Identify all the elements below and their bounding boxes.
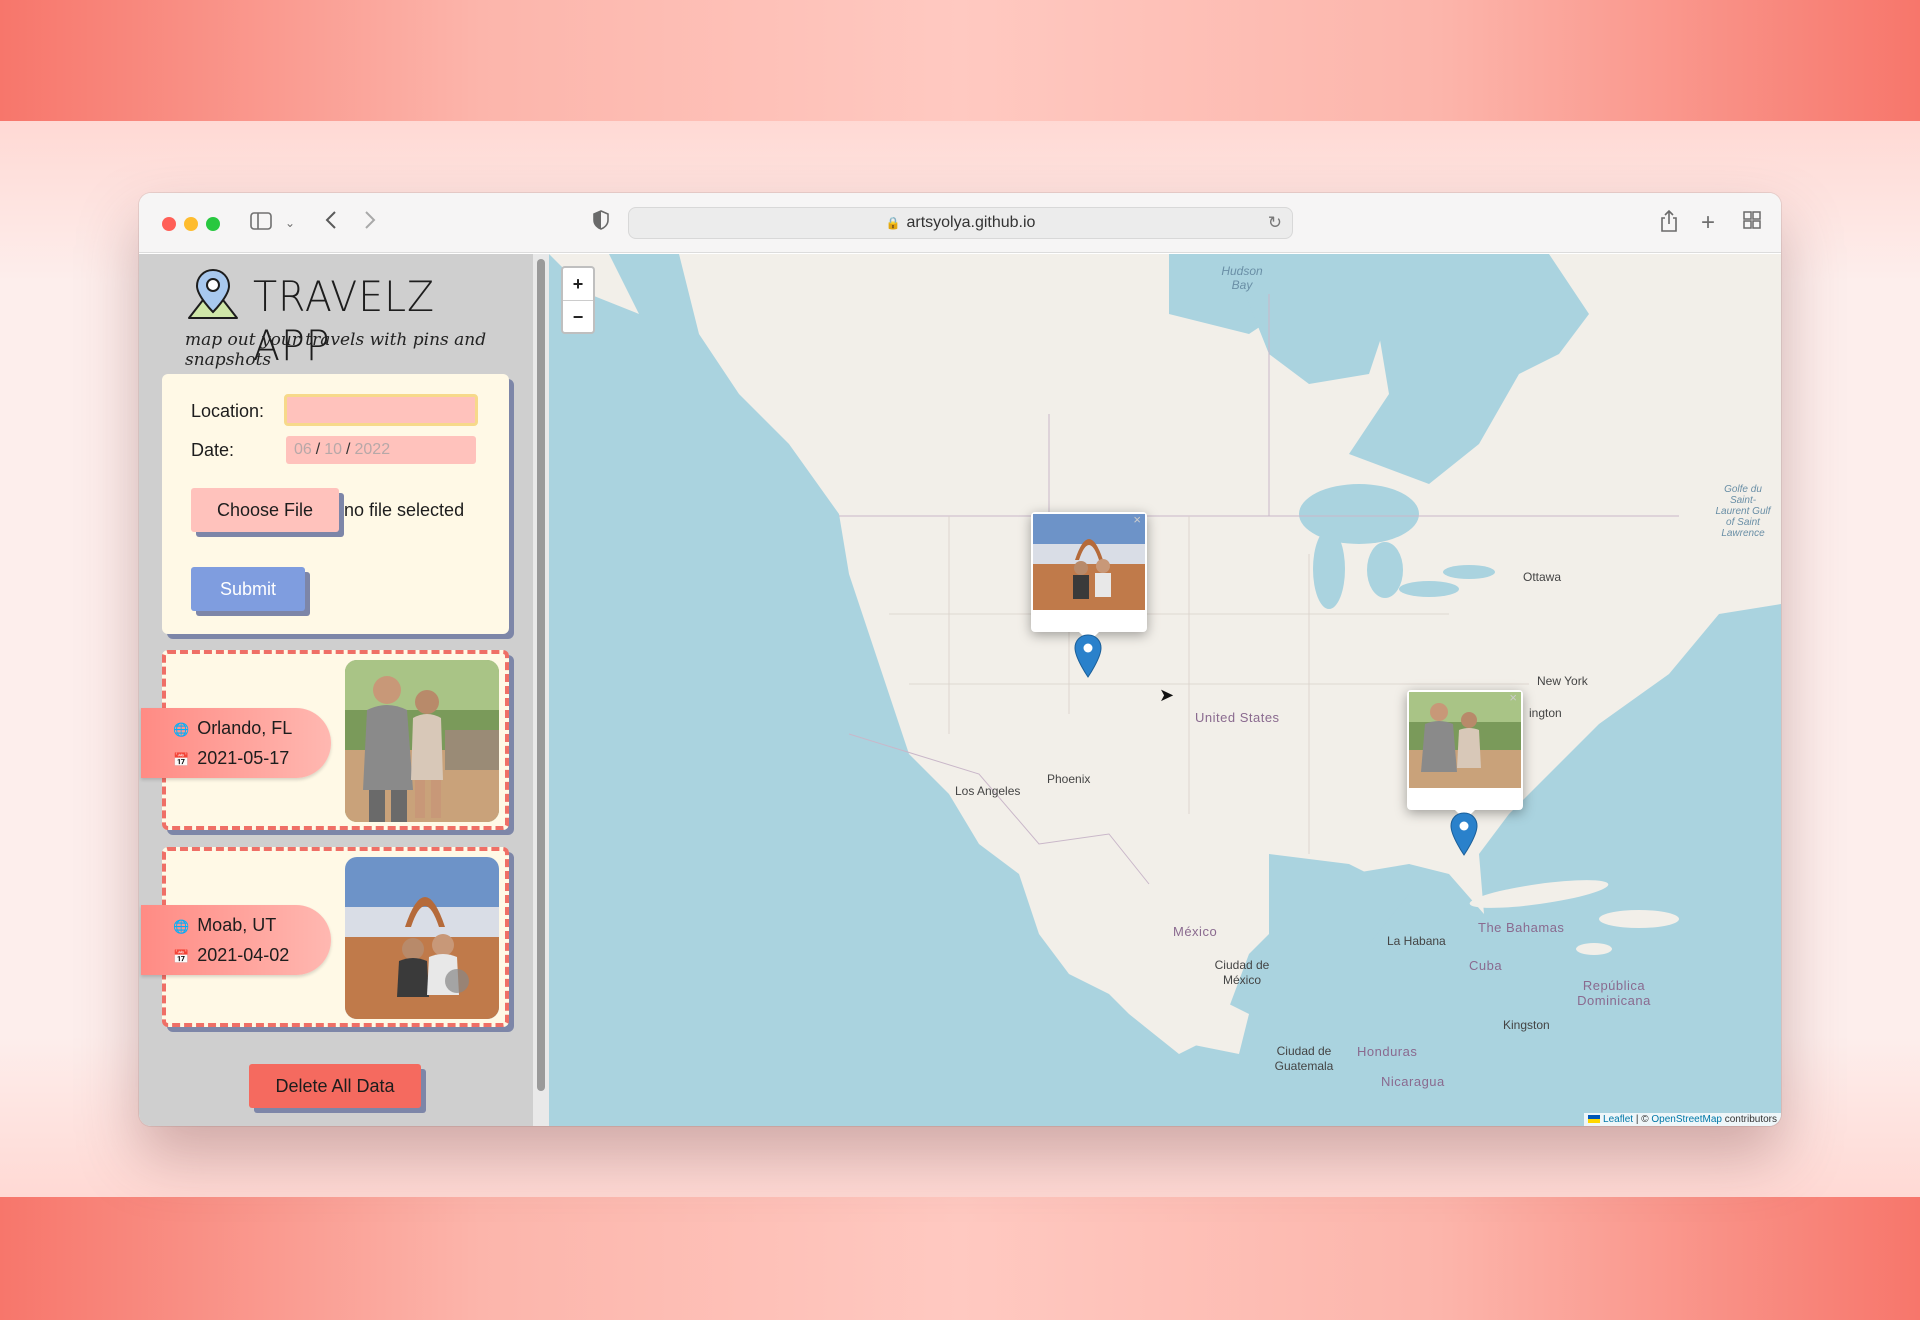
map-label-nicaragua: Nicaragua bbox=[1381, 1074, 1445, 1089]
attribution-separator: | © bbox=[1633, 1114, 1652, 1125]
date-year: 2022 bbox=[354, 441, 391, 458]
lock-icon: 🔒 bbox=[885, 216, 901, 230]
popup-photo bbox=[1409, 692, 1521, 788]
calendar-icon: 📅 bbox=[173, 752, 190, 767]
trip-date: 2021-04-02 bbox=[197, 945, 290, 965]
trip-date-row: 📅 2021-05-17 bbox=[173, 748, 289, 769]
new-tab-icon[interactable]: + bbox=[1701, 209, 1715, 237]
leaflet-link[interactable]: Leaflet bbox=[1603, 1114, 1633, 1125]
map-label-united-states: United States bbox=[1195, 710, 1280, 725]
map-label-la-habana: La Habana bbox=[1387, 934, 1446, 948]
reload-icon[interactable]: ↻ bbox=[1268, 208, 1282, 238]
app-subtitle: map out your travels with pins and snaps… bbox=[185, 330, 487, 370]
map-label-cuba: Cuba bbox=[1469, 958, 1503, 973]
globe-icon: 🌐 bbox=[173, 919, 190, 934]
trip-location-row: 🌐 Orlando, FL bbox=[173, 718, 292, 739]
map-label-kingston: Kingston bbox=[1503, 1018, 1550, 1032]
location-label: Location: bbox=[191, 401, 265, 421]
back-icon[interactable] bbox=[324, 209, 338, 237]
background-band-top bbox=[0, 0, 1920, 121]
browser-toolbar: ⌄ 🔒 artsyolya.github.io ↻ + bbox=[139, 193, 1781, 253]
map-label-new-york: New York bbox=[1537, 674, 1588, 688]
map-marker-pin-icon[interactable] bbox=[1449, 812, 1479, 856]
map-label-hudson-bay: Hudson Bay bbox=[1221, 264, 1263, 292]
openstreetmap-link[interactable]: OpenStreetMap bbox=[1651, 1114, 1722, 1125]
privacy-shield-icon[interactable] bbox=[592, 209, 610, 237]
share-icon[interactable] bbox=[1659, 209, 1679, 237]
url-text: artsyolya.github.io bbox=[906, 214, 1036, 231]
add-trip-form: Location: Date: 06/10/2022 Choose File n… bbox=[162, 374, 509, 634]
travel-pin-logo-icon bbox=[188, 268, 238, 319]
popup-close-button[interactable]: × bbox=[1133, 512, 1141, 527]
popup-close-button[interactable]: × bbox=[1509, 690, 1517, 705]
minimize-window-button[interactable] bbox=[184, 217, 198, 231]
date-day: 10 bbox=[324, 441, 343, 458]
chevron-down-icon[interactable]: ⌄ bbox=[285, 209, 295, 237]
map-label-mexico: México bbox=[1173, 924, 1218, 939]
forward-icon[interactable] bbox=[363, 209, 377, 237]
ukraine-flag-icon bbox=[1588, 1115, 1601, 1124]
trip-card[interactable]: 🌐 Orlando, FL 📅 2021-05-17 bbox=[141, 650, 509, 830]
zoom-in-button[interactable]: + bbox=[563, 268, 593, 300]
map-label-ciudad-de-mexico: Ciudad de México bbox=[1214, 958, 1270, 987]
trip-photo bbox=[345, 660, 499, 822]
map-label-honduras: Honduras bbox=[1357, 1044, 1418, 1059]
date-sep-2: / bbox=[346, 441, 351, 458]
map-label-republica-dominicana: República Dominicana bbox=[1577, 978, 1651, 1008]
trip-location: Orlando, FL bbox=[197, 718, 293, 738]
trip-card[interactable]: 🌐 Moab, UT 📅 2021-04-02 bbox=[141, 847, 509, 1027]
sidebar-scrollbar-thumb[interactable] bbox=[537, 259, 545, 1091]
map-label-washington: ington bbox=[1529, 706, 1562, 720]
map[interactable]: + − Hudson Bay Golfe du Saint-Laurent Gu… bbox=[549, 254, 1781, 1126]
popup-photo bbox=[1033, 514, 1145, 610]
map-popup[interactable]: × bbox=[1031, 512, 1147, 642]
map-label-los-angeles: Los Angeles bbox=[955, 784, 1021, 798]
date-input[interactable]: 06/10/2022 bbox=[286, 436, 476, 464]
browser-window: ⌄ 🔒 artsyolya.github.io ↻ + TRAVELZ APP m… bbox=[139, 193, 1781, 1126]
date-month: 06 bbox=[294, 441, 312, 458]
calendar-icon: 📅 bbox=[173, 949, 190, 964]
trip-date: 2021-05-17 bbox=[197, 748, 290, 768]
mouse-cursor-icon: ➤ bbox=[1159, 685, 1175, 705]
date-label: Date: bbox=[191, 440, 235, 460]
map-popup[interactable]: × bbox=[1407, 690, 1523, 820]
choose-file-button[interactable]: Choose File bbox=[191, 488, 339, 532]
file-status: no file selected bbox=[344, 500, 465, 520]
trip-location: Moab, UT bbox=[197, 915, 277, 935]
map-marker-pin-icon[interactable] bbox=[1073, 634, 1103, 678]
map-label-ottawa: Ottawa bbox=[1523, 570, 1562, 584]
tab-overview-icon[interactable] bbox=[1742, 209, 1762, 237]
delete-all-data-button[interactable]: Delete All Data bbox=[249, 1064, 421, 1108]
trip-location-row: 🌐 Moab, UT bbox=[173, 915, 276, 936]
globe-icon: 🌐 bbox=[173, 722, 190, 737]
submit-button[interactable]: Submit bbox=[191, 567, 305, 611]
sidebar-toggle-icon[interactable] bbox=[250, 209, 272, 237]
map-label-ciudad-de-guatemala: Ciudad de Guatemala bbox=[1274, 1044, 1334, 1073]
map-attribution: Leaflet | © OpenStreetMap contributors bbox=[1584, 1113, 1781, 1126]
trip-date-row: 📅 2021-04-02 bbox=[173, 945, 289, 966]
close-window-button[interactable] bbox=[162, 217, 176, 231]
attribution-contributors: contributors bbox=[1721, 1114, 1777, 1125]
zoom-window-button[interactable] bbox=[206, 217, 220, 231]
location-input[interactable] bbox=[284, 394, 478, 426]
trip-tag: 🌐 Orlando, FL 📅 2021-05-17 bbox=[141, 708, 331, 778]
map-label-phoenix: Phoenix bbox=[1047, 772, 1091, 786]
zoom-control: + − bbox=[561, 266, 595, 334]
background-band-bottom bbox=[0, 1197, 1920, 1320]
address-bar[interactable]: 🔒 artsyolya.github.io ↻ bbox=[628, 207, 1293, 239]
sidebar: TRAVELZ APP map out your travels with pi… bbox=[139, 254, 534, 1126]
trip-photo bbox=[345, 857, 499, 1019]
map-label-bahamas: The Bahamas bbox=[1478, 920, 1565, 935]
zoom-out-button[interactable]: − bbox=[563, 300, 593, 332]
date-sep-1: / bbox=[315, 441, 321, 458]
trip-tag: 🌐 Moab, UT 📅 2021-04-02 bbox=[141, 905, 331, 975]
map-label-golfe: Golfe du Saint-Laurent Gulf of Saint Law… bbox=[1715, 484, 1771, 539]
